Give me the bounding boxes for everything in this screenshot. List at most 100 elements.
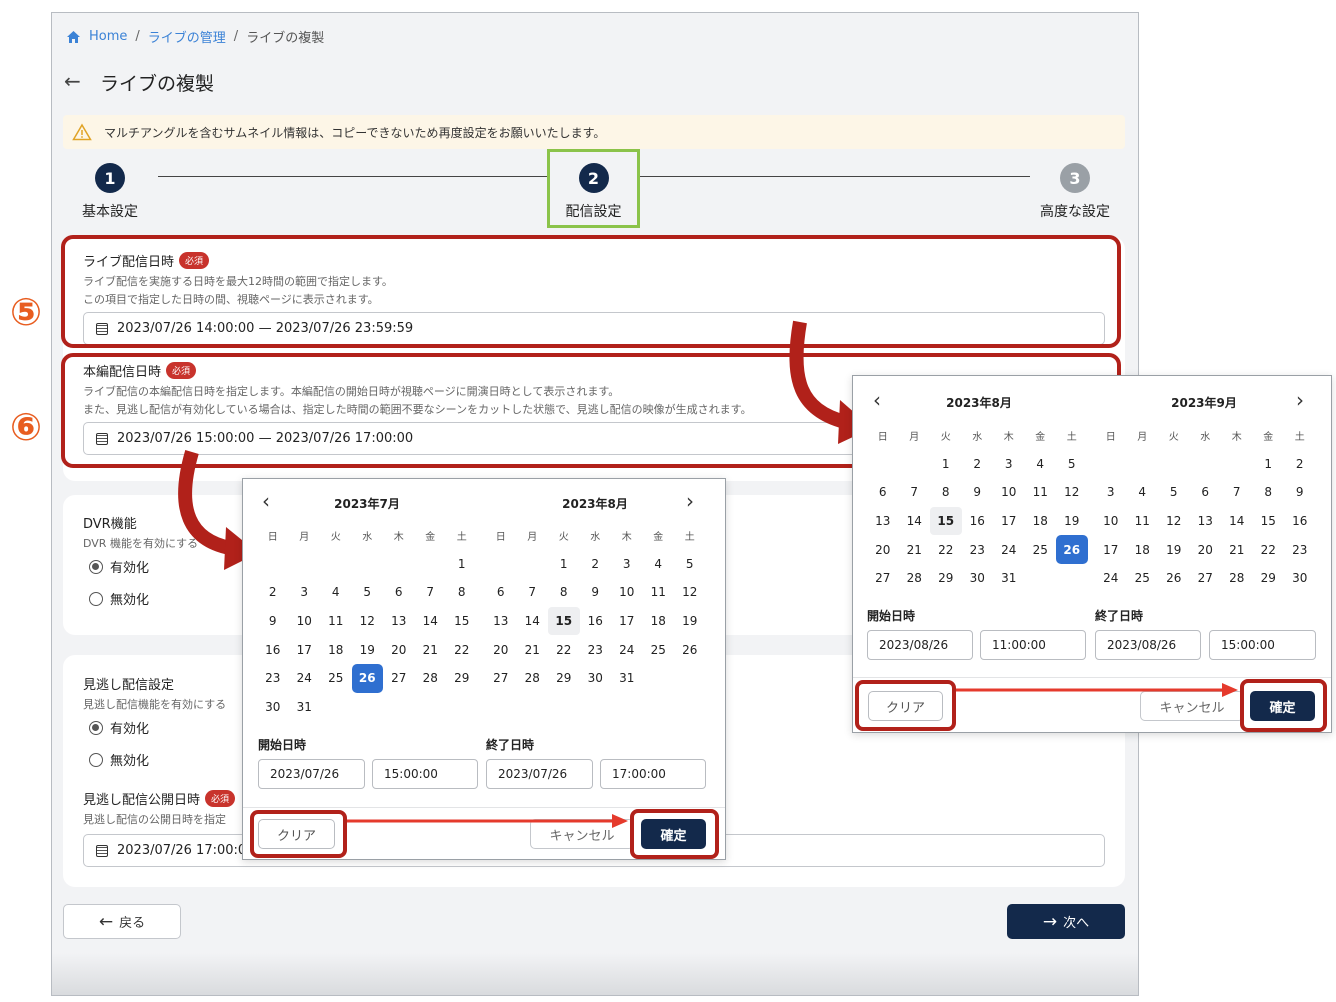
calendar-day[interactable]: 29: [1253, 564, 1285, 593]
calendar-day[interactable]: 22: [548, 635, 580, 664]
calendar-day[interactable]: 6: [1190, 478, 1222, 507]
end-time-input[interactable]: 17:00:00: [600, 759, 706, 789]
calendar-day[interactable]: 24: [993, 535, 1025, 564]
calendar-day[interactable]: 27: [867, 564, 899, 593]
calendar-day[interactable]: 23: [962, 535, 994, 564]
calendar-day[interactable]: 21: [1221, 535, 1253, 564]
calendar-day[interactable]: 5: [674, 550, 706, 579]
calendar-day[interactable]: 22: [1253, 535, 1285, 564]
calendar-day[interactable]: 20: [867, 535, 899, 564]
calendar-day[interactable]: 30: [580, 664, 612, 693]
calendar-day[interactable]: 27: [485, 664, 517, 693]
calendar-day[interactable]: 5: [1056, 450, 1088, 479]
calendar-day[interactable]: 16: [1284, 507, 1316, 536]
calendar-day[interactable]: 13: [485, 607, 517, 636]
calendar-day[interactable]: 21: [517, 635, 549, 664]
calendar-day[interactable]: 6: [867, 478, 899, 507]
calendar-day[interactable]: 6: [383, 578, 415, 607]
calendar-day[interactable]: 24: [1095, 564, 1127, 593]
calendar-day[interactable]: 1: [446, 550, 478, 579]
calendar-day[interactable]: 5: [352, 578, 384, 607]
calendar-day[interactable]: 22: [930, 535, 962, 564]
breadcrumb-live-manage[interactable]: ライブの管理: [148, 27, 226, 46]
calendar-day[interactable]: 30: [1284, 564, 1316, 593]
calendar-day[interactable]: 31: [993, 564, 1025, 593]
calendar-day[interactable]: 26: [674, 635, 706, 664]
calendar-day[interactable]: 4: [1025, 450, 1057, 479]
calendar-day[interactable]: 1: [1253, 450, 1285, 479]
calendar-day[interactable]: 20: [1190, 535, 1222, 564]
calendar-day[interactable]: 2: [1284, 450, 1316, 479]
calendar-day[interactable]: 29: [930, 564, 962, 593]
calendar-day[interactable]: 7: [517, 578, 549, 607]
dvr-radio-off[interactable]: 無効化: [89, 589, 198, 608]
calendar-day[interactable]: 25: [1025, 535, 1057, 564]
calendar-day[interactable]: 10: [289, 607, 321, 636]
calendar-day[interactable]: 3: [289, 578, 321, 607]
calendar-day[interactable]: 20: [383, 635, 415, 664]
calendar-day[interactable]: 11: [1127, 507, 1159, 536]
calendar-day[interactable]: 10: [611, 578, 643, 607]
step-3[interactable]: 3 高度な設定: [1030, 163, 1120, 221]
step-2[interactable]: 2 配信設定: [547, 149, 640, 228]
calendar-day[interactable]: 29: [548, 664, 580, 693]
calendar-day[interactable]: 16: [962, 507, 994, 536]
calendar-day[interactable]: 7: [1221, 478, 1253, 507]
calendar-day[interactable]: 18: [1025, 507, 1057, 536]
calendar-day[interactable]: 23: [257, 664, 289, 693]
calendar-day[interactable]: 26: [1056, 535, 1088, 564]
calendar-day[interactable]: 28: [899, 564, 931, 593]
calendar-day[interactable]: 3: [993, 450, 1025, 479]
calendar-day[interactable]: 8: [930, 478, 962, 507]
end-date-input[interactable]: 2023/07/26: [486, 759, 593, 789]
calendar-day[interactable]: 26: [1158, 564, 1190, 593]
next-button[interactable]: → 次へ: [1007, 904, 1125, 939]
back-button[interactable]: ← 戻る: [63, 904, 181, 939]
calendar-day[interactable]: 14: [415, 607, 447, 636]
calendar-day[interactable]: 8: [548, 578, 580, 607]
calendar-day[interactable]: 10: [993, 478, 1025, 507]
calendar-day[interactable]: 17: [993, 507, 1025, 536]
calendar-day[interactable]: 19: [1158, 535, 1190, 564]
calendar-day[interactable]: 11: [1025, 478, 1057, 507]
calendar-day[interactable]: 7: [899, 478, 931, 507]
calendar-day[interactable]: 31: [289, 693, 321, 722]
start-date-input[interactable]: 2023/07/26: [258, 759, 365, 789]
calendar-day[interactable]: 1: [548, 550, 580, 579]
calendar-day[interactable]: 14: [517, 607, 549, 636]
calendar-day[interactable]: 3: [1095, 478, 1127, 507]
calendar-day[interactable]: 16: [257, 635, 289, 664]
calendar-day[interactable]: 11: [643, 578, 675, 607]
calendar-day[interactable]: 31: [611, 664, 643, 693]
calendar-day[interactable]: 4: [1127, 478, 1159, 507]
calendar-day[interactable]: 14: [899, 507, 931, 536]
calendar-day[interactable]: 24: [611, 635, 643, 664]
calendar-day[interactable]: 28: [517, 664, 549, 693]
calendar-day[interactable]: 21: [899, 535, 931, 564]
end-date-input[interactable]: 2023/08/26: [1095, 630, 1201, 660]
calendar-day[interactable]: 9: [257, 607, 289, 636]
end-time-input[interactable]: 15:00:00: [1209, 630, 1316, 660]
calendar-day[interactable]: 7: [415, 578, 447, 607]
calendar-day[interactable]: 15: [446, 607, 478, 636]
calendar-day[interactable]: 17: [1095, 535, 1127, 564]
calendar-day[interactable]: 4: [320, 578, 352, 607]
calendar-day[interactable]: 30: [257, 693, 289, 722]
calendar-day[interactable]: 1: [930, 450, 962, 479]
calendar-day[interactable]: 25: [320, 664, 352, 693]
calendar-day[interactable]: 25: [643, 635, 675, 664]
radio-checked[interactable]: [89, 559, 103, 574]
step-1[interactable]: 1 基本設定: [70, 163, 150, 221]
calendar-day[interactable]: 9: [962, 478, 994, 507]
calendar-day[interactable]: 21: [415, 635, 447, 664]
calendar-day[interactable]: 6: [485, 578, 517, 607]
calendar-day[interactable]: 11: [320, 607, 352, 636]
calendar-day[interactable]: 12: [352, 607, 384, 636]
calendar-day[interactable]: 28: [1221, 564, 1253, 593]
back-arrow-icon[interactable]: ←: [64, 69, 81, 93]
calendar-day[interactable]: 15: [1253, 507, 1285, 536]
calendar-day[interactable]: 17: [289, 635, 321, 664]
start-date-input[interactable]: 2023/08/26: [867, 630, 973, 660]
calendar-day[interactable]: 4: [643, 550, 675, 579]
missed-radio-on[interactable]: 有効化: [89, 718, 235, 737]
